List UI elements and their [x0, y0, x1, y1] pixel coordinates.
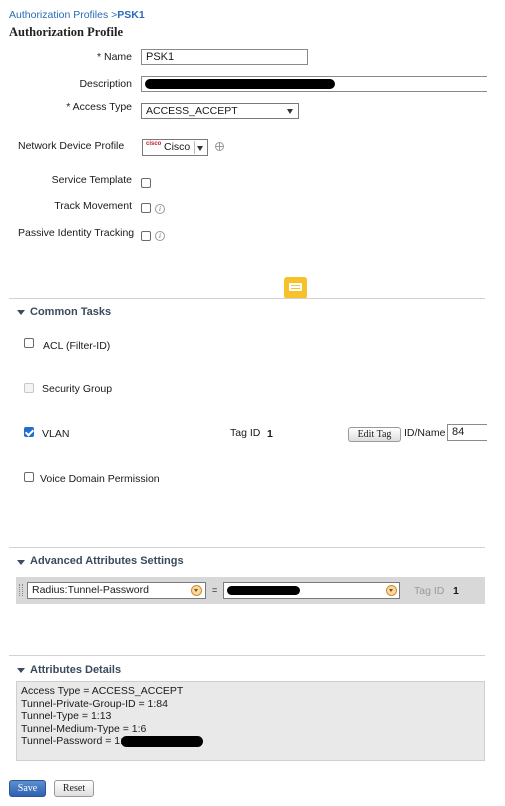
security-group-checkbox[interactable] — [24, 383, 34, 393]
passive-identity-label: Passive Identity Tracking — [18, 227, 135, 239]
vlan-label: VLAN — [42, 428, 70, 440]
name-label: * Name — [96, 51, 132, 63]
chat-icon[interactable] — [284, 277, 307, 299]
voice-domain-label: Voice Domain Permission — [40, 473, 160, 485]
divider — [9, 298, 485, 299]
breadcrumb-parent-link[interactable]: Authorization Profiles — [9, 9, 108, 21]
edit-tag-button[interactable]: Edit Tag — [348, 427, 401, 442]
detail-line-password: Tunnel-Password = 1: — [21, 735, 480, 748]
redacted-value — [227, 586, 300, 595]
acl-checkbox[interactable] — [24, 338, 34, 348]
network-device-profile-select[interactable]: cisco Cisco — [142, 139, 208, 156]
access-type-label: * Access Type — [66, 101, 132, 113]
description-field[interactable] — [141, 76, 487, 92]
service-template-label: Service Template — [51, 174, 132, 186]
page-title: Authorization Profile — [9, 25, 123, 39]
attributes-details-title[interactable]: Attributes Details — [30, 664, 121, 676]
security-group-label: Security Group — [42, 383, 113, 395]
divider — [9, 547, 485, 548]
breadcrumb: Authorization Profiles >PSK1 — [9, 9, 145, 21]
id-name-label: ID/Name — [404, 427, 446, 439]
info-icon[interactable]: i — [155, 231, 165, 241]
access-type-select[interactable]: ACCESS_ACCEPT — [141, 103, 299, 119]
description-label: Description — [79, 78, 132, 90]
detail-line: Tunnel-Type = 1:13 — [21, 710, 112, 723]
cisco-logo-icon: cisco — [146, 141, 162, 147]
attribute-value: Radius:Tunnel-Password — [32, 584, 149, 596]
collapse-triangle-icon[interactable] — [17, 310, 25, 315]
tag-id-label: Tag ID — [230, 427, 261, 439]
chevron-down-icon — [197, 146, 203, 151]
acl-label: ACL (Filter-ID) — [43, 340, 111, 352]
select-divider — [194, 141, 195, 154]
divider — [9, 655, 485, 656]
info-icon[interactable]: i — [155, 204, 165, 214]
dropdown-icon[interactable] — [386, 585, 397, 596]
redacted-password — [121, 736, 203, 748]
save-button[interactable]: Save — [9, 780, 46, 797]
collapse-triangle-icon[interactable] — [17, 560, 25, 565]
advanced-attributes-title[interactable]: Advanced Attributes Settings — [30, 555, 184, 567]
globe-icon[interactable] — [215, 142, 224, 151]
chevron-down-icon — [287, 109, 293, 114]
id-name-field[interactable]: 84 — [447, 424, 487, 441]
detail-line: Tunnel-Password = 1: — [21, 735, 124, 748]
collapse-triangle-icon[interactable] — [17, 668, 25, 673]
breadcrumb-current: PSK1 — [117, 9, 145, 21]
attribute-value-select[interactable] — [223, 582, 400, 599]
equals-sign: = — [212, 585, 218, 595]
common-tasks-title[interactable]: Common Tasks — [30, 306, 111, 318]
passive-identity-checkbox[interactable] — [141, 231, 151, 241]
voice-domain-checkbox[interactable] — [24, 472, 34, 482]
vlan-checkbox[interactable] — [24, 427, 34, 437]
reset-button[interactable]: Reset — [54, 780, 94, 797]
track-movement-checkbox[interactable] — [141, 203, 151, 213]
track-movement-label: Track Movement — [54, 200, 132, 212]
attribute-select[interactable]: Radius:Tunnel-Password — [27, 582, 206, 599]
detail-line: Tunnel-Medium-Type = 1:6 — [21, 722, 147, 735]
drag-handle-icon[interactable] — [19, 584, 23, 596]
service-template-checkbox[interactable] — [141, 178, 151, 188]
network-device-profile-label: Network Device Profile — [18, 140, 125, 152]
redacted-description — [145, 79, 335, 89]
advanced-attribute-row: Radius:Tunnel-Password = Tag ID 1 — [16, 577, 485, 604]
tag-id-value: 1 — [267, 428, 273, 440]
attributes-details-panel: Access Type = ACCESS_ACCEPT Tunnel-Priva… — [16, 681, 485, 761]
name-field[interactable]: PSK1 — [141, 49, 308, 65]
detail-line: Tunnel-Private-Group-ID = 1:84 — [21, 697, 168, 710]
advanced-tag-id-label: Tag ID — [414, 585, 445, 597]
advanced-tag-id-value: 1 — [453, 585, 459, 597]
access-type-value: ACCESS_ACCEPT — [146, 105, 238, 117]
detail-line: Access Type = ACCESS_ACCEPT — [21, 685, 184, 697]
dropdown-icon[interactable] — [191, 585, 202, 596]
network-device-profile-value: Cisco — [164, 141, 191, 153]
